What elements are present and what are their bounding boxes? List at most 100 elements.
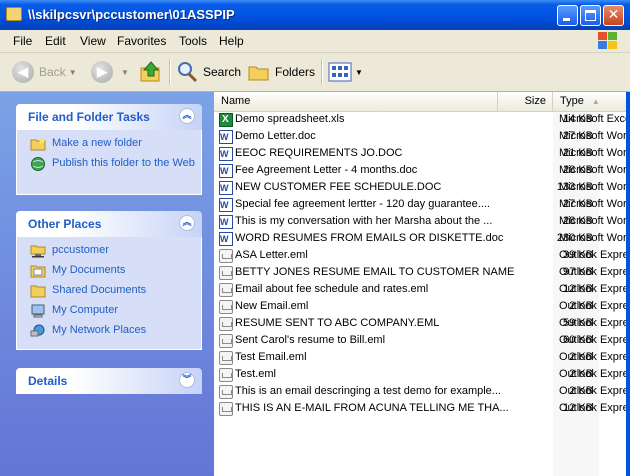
- panel-header[interactable]: File and Folder Tasks ︽: [16, 104, 202, 130]
- file-name: THIS IS AN E-MAIL FROM ACUNA TELLING ME …: [235, 402, 509, 414]
- file-name: Test.eml: [235, 368, 276, 380]
- word-icon: [219, 181, 233, 195]
- other-place-my-documents[interactable]: My Documents: [17, 263, 201, 283]
- file-row[interactable]: Sent Carol's resume to Bill.eml 60 KB Outl…: [214, 333, 630, 350]
- up-folder-button[interactable]: [139, 58, 163, 86]
- publish-to-web-link[interactable]: Publish this folder to the Web: [17, 156, 201, 188]
- email-icon: [219, 283, 233, 297]
- word-icon: [219, 164, 233, 178]
- folder-icon: [6, 7, 22, 21]
- file-row[interactable]: Email about fee schedule and rates.eml 12…: [214, 282, 630, 299]
- up-folder-icon: [140, 61, 160, 82]
- file-type: Outlook Express Mail Message: [559, 300, 630, 312]
- expand-icon[interactable]: ︾: [179, 372, 195, 388]
- column-header-size[interactable]: Size: [498, 92, 553, 111]
- file-type: Outlook Express Mail Message: [559, 402, 630, 414]
- folders-button[interactable]: Folders: [247, 58, 315, 86]
- file-row[interactable]: Special fee agreement lertter - 120 day …: [214, 197, 630, 214]
- my-documents-icon: [30, 265, 46, 278]
- network-folder-icon: [30, 245, 46, 258]
- file-name: Fee Agreement Letter - 4 months.doc: [235, 164, 418, 176]
- file-type: Microsoft Word Document: [559, 130, 630, 142]
- other-place-my-computer[interactable]: My Computer: [17, 303, 201, 323]
- title-bar[interactable]: \\skilpcsvr\pccustomer\01ASSPIP ✕: [0, 0, 630, 30]
- email-icon: [219, 351, 233, 365]
- panel-header[interactable]: Other Places ︽: [16, 211, 202, 237]
- file-row[interactable]: This is my conversation with her Marsha …: [214, 214, 630, 231]
- windows-logo-icon: [594, 31, 620, 51]
- file-type: Outlook Express Mail Message: [559, 266, 630, 278]
- file-type: Microsoft Excel Worksheet: [559, 113, 630, 125]
- make-new-folder-link[interactable]: Make a new folder: [17, 136, 201, 156]
- other-place-my-network-places[interactable]: My Network Places: [17, 323, 201, 343]
- menu-edit[interactable]: Edit: [45, 34, 66, 48]
- file-name: EEOC REQUIREMENTS JO.DOC: [235, 147, 403, 159]
- toolbar-separator: [321, 59, 323, 85]
- column-header-name[interactable]: Name: [214, 92, 498, 111]
- file-rows: Demo spreadsheet.xls14 KBMicrosoft Excel…: [214, 112, 630, 418]
- file-name: BETTY JONES RESUME EMAIL TO CUSTOMER NAM…: [235, 266, 515, 278]
- menu-tools[interactable]: Tools: [179, 34, 207, 48]
- other-place-pccustomer[interactable]: pccustomer: [17, 243, 201, 263]
- new-folder-icon: [30, 138, 46, 151]
- email-icon: [219, 317, 233, 331]
- file-type: Outlook Express Mail Message: [559, 317, 630, 329]
- file-row[interactable]: RESUME SENT TO ABC COMPANY.EML 59 KB Outlo…: [214, 316, 630, 333]
- file-name: Email about fee schedule and rates.eml: [235, 283, 429, 295]
- close-button[interactable]: ✕: [603, 5, 624, 26]
- forward-arrow-icon: ▶: [91, 61, 113, 83]
- file-row[interactable]: This is an email descringing a test demo…: [214, 384, 630, 401]
- file-name: This is an email descringing a test demo…: [235, 385, 501, 397]
- menu-file[interactable]: File: [13, 34, 32, 48]
- file-name: Special fee agreement lertter - 120 day …: [235, 198, 490, 210]
- file-row[interactable]: ASA Letter.eml39 KBOutlook Express Mail …: [214, 248, 630, 265]
- file-name: This is my conversation with her Marsha …: [235, 215, 493, 227]
- file-row[interactable]: THIS IS AN E-MAIL FROM ACUNA TELLING ME …: [214, 401, 630, 418]
- shared-folder-icon: [30, 285, 46, 298]
- views-button[interactable]: ▼: [328, 58, 363, 86]
- close-icon: ✕: [607, 7, 620, 23]
- views-icon: [328, 62, 352, 82]
- details-panel: Details ︾: [16, 368, 202, 394]
- file-row[interactable]: WORD RESUMES FROM EMAILS OR DISKETTE.doc…: [214, 231, 630, 248]
- search-button[interactable]: Search: [175, 58, 241, 86]
- minimize-button[interactable]: [557, 5, 578, 26]
- word-icon: [219, 215, 233, 229]
- toolbar-separator: [169, 59, 171, 85]
- task-pane: File and Folder Tasks ︽ Make a new folde…: [0, 92, 214, 476]
- file-row[interactable]: Fee Agreement Letter - 4 months.doc28 KB…: [214, 163, 630, 180]
- file-type: Microsoft Word Document: [559, 198, 630, 210]
- forward-button[interactable]: ▶ ▼: [91, 58, 129, 86]
- back-button[interactable]: ◀ Back ▼: [12, 58, 77, 86]
- column-header-row: Name Size Type ▲: [214, 92, 630, 112]
- file-row[interactable]: Test.eml2 KBOutlook Express Mail Message: [214, 367, 630, 384]
- email-icon: [219, 266, 233, 280]
- file-row[interactable]: NEW CUSTOMER FEE SCHEDULE.DOC133 KBMicro…: [214, 180, 630, 197]
- minimize-icon: [563, 18, 570, 21]
- menu-favorites[interactable]: Favorites: [117, 34, 166, 48]
- file-row[interactable]: Test Email.eml2 KBOutlook Express Mail M…: [214, 350, 630, 367]
- email-icon: [219, 385, 233, 399]
- file-row[interactable]: Demo Letter.doc27 KBMicrosoft Word Docum…: [214, 129, 630, 146]
- other-place-shared-documents[interactable]: Shared Documents: [17, 283, 201, 303]
- column-header-type[interactable]: Type ▲: [553, 92, 630, 111]
- file-row[interactable]: BETTY JONES RESUME EMAIL TO CUSTOMER NAM…: [214, 265, 630, 282]
- file-type: Microsoft Word Document: [559, 181, 630, 193]
- email-icon: [219, 249, 233, 263]
- file-row[interactable]: EEOC REQUIREMENTS JO.DOC21 KBMicrosoft W…: [214, 146, 630, 163]
- other-places-panel: Other Places ︽ pccustomer My Documents S…: [16, 211, 202, 350]
- file-name: WORD RESUMES FROM EMAILS OR DISKETTE.doc: [235, 232, 504, 244]
- file-type: Outlook Express Mail Message: [559, 283, 630, 295]
- folders-icon: [248, 66, 269, 81]
- file-row[interactable]: Demo spreadsheet.xls14 KBMicrosoft Excel…: [214, 112, 630, 129]
- panel-header[interactable]: Details ︾: [16, 368, 202, 394]
- file-name: RESUME SENT TO ABC COMPANY.EML: [235, 317, 440, 329]
- maximize-icon: [585, 10, 596, 21]
- menu-view[interactable]: View: [80, 34, 106, 48]
- file-type: Outlook Express Mail Message: [559, 385, 630, 397]
- file-row[interactable]: New Email.eml2 KBOutlook Express Mail Me…: [214, 299, 630, 316]
- collapse-icon[interactable]: ︽: [179, 108, 195, 124]
- collapse-icon[interactable]: ︽: [179, 215, 195, 231]
- menu-help[interactable]: Help: [219, 34, 244, 48]
- maximize-button[interactable]: [580, 5, 601, 26]
